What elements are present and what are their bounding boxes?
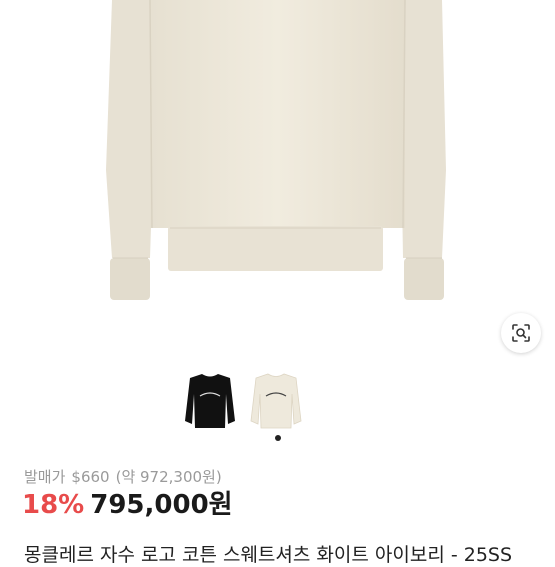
thumbnail-black[interactable] — [180, 366, 240, 436]
retail-price: 발매가 $660 (약 972,300원) — [24, 466, 228, 487]
product-title: 몽클레르 자수 로고 코튼 스웨트셔츠 화이트 아이보리 - 25SS — [24, 544, 513, 566]
image-search-button[interactable] — [501, 313, 541, 353]
discount-rate: 18% — [22, 490, 85, 520]
price-row: 18% 795,000원 — [22, 488, 233, 522]
product-image[interactable] — [0, 0, 555, 358]
thumbnail-gallery — [180, 366, 310, 436]
retail-usd: $660 — [71, 468, 110, 486]
thumbnail-ivory[interactable] — [246, 366, 306, 436]
retail-label: 발매가 — [24, 468, 66, 486]
sale-price: 795,000원 — [90, 490, 233, 520]
image-search-icon — [512, 324, 530, 342]
sweatshirt-image — [106, 0, 446, 300]
gallery-indicator-dot — [275, 435, 281, 441]
retail-krw: (약 972,300원) — [115, 468, 222, 486]
